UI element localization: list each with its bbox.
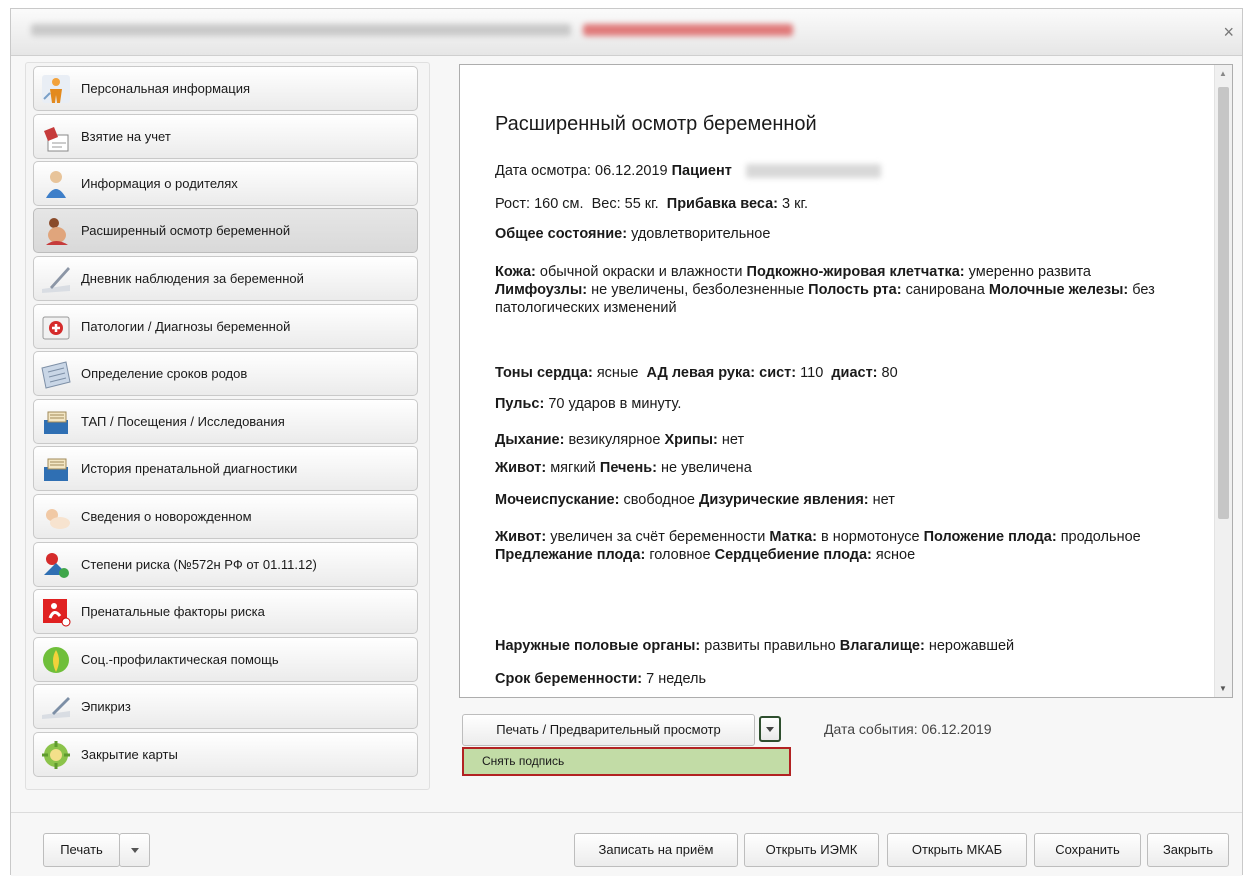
newborn-icon: [40, 501, 72, 533]
redacted-title: [31, 24, 571, 36]
chevron-down-icon: [766, 727, 774, 732]
nav-item-visits[interactable]: ТАП / Посещения / Исследования: [33, 399, 418, 444]
general-state-line: Общее состояние: удовлетворительное: [495, 226, 771, 242]
dialog-footer: Печать Записать на приём Открыть ИЭМК От…: [11, 812, 1242, 876]
first-aid-kit-icon: [40, 311, 72, 343]
nav-item-label: Дневник наблюдения за беременной: [81, 271, 304, 286]
nav-item-newborn[interactable]: Сведения о новорожденном: [33, 494, 418, 539]
measurements-line: Рост: 160 см. Вес: 55 кг. Прибавка веса:…: [495, 196, 808, 212]
exam-date-line: Дата осмотра: 06.12.2019 Пациент: [495, 163, 881, 179]
diary-pen-icon: [40, 263, 72, 295]
urination-line: Мочеиспускание: свободное Дизурические я…: [495, 492, 895, 508]
nav-item-epicrisis[interactable]: Эпикриз: [33, 684, 418, 729]
make-appointment-button[interactable]: Записать на приём: [574, 833, 738, 867]
patient-card-dialog: × Персональная информация Взятие на учет…: [10, 8, 1243, 876]
nav-item-diary[interactable]: Дневник наблюдения за беременной: [33, 256, 418, 301]
nav-item-label: Патологии / Диагнозы беременной: [81, 319, 291, 334]
redacted-patient-name: [745, 164, 881, 179]
chevron-down-icon: [130, 848, 139, 854]
nav-item-parents-info[interactable]: Информация о родителях: [33, 161, 418, 206]
nav-item-label: Персональная информация: [81, 81, 251, 96]
pregnancy-status-paragraph: Живот: увеличен за счёт беременности Мат…: [495, 529, 1141, 563]
scroll-up-arrow-icon[interactable]: ▲: [1219, 69, 1227, 78]
term-line: Срок беременности: 7 недель: [495, 671, 707, 687]
scroll-down-arrow-icon[interactable]: ▼: [1219, 684, 1227, 693]
exam-document-view[interactable]: Расширенный осмотр беременной Дата осмот…: [459, 64, 1233, 698]
remove-signature-menu-item[interactable]: Снять подпись: [462, 747, 791, 776]
parents-icon: [40, 168, 72, 200]
nav-item-registration[interactable]: Взятие на учет: [33, 114, 418, 159]
scroll-thumb[interactable]: [1218, 87, 1229, 519]
dialog-body: Персональная информация Взятие на учет И…: [11, 56, 1242, 812]
nav-item-label: Соц.-профилактическая помощь: [81, 652, 279, 667]
nav-item-label: Сведения о новорожденном: [81, 509, 252, 524]
nav-item-label: Закрытие карты: [81, 747, 178, 762]
open-iemk-button[interactable]: Открыть ИЭМК: [744, 833, 879, 867]
open-mkab-button[interactable]: Открыть МКАБ: [887, 833, 1027, 867]
print-button[interactable]: Печать: [43, 833, 120, 867]
dialog-titlebar: ×: [11, 9, 1242, 56]
risk-factors-icon: [40, 596, 72, 628]
risk-degrees-icon: [40, 549, 72, 581]
nav-item-label: Расширенный осмотр беременной: [81, 223, 291, 238]
nav-item-label: Пренатальные факторы риска: [81, 604, 265, 619]
registration-icon: [40, 121, 72, 153]
close-card-icon: [40, 739, 72, 771]
close-button[interactable]: Закрыть: [1147, 833, 1229, 867]
heart-line: Тоны сердца: ясные АД левая рука: сист: …: [495, 365, 898, 381]
skin-paragraph: Кожа: обычной окраски и влажности Подкож…: [495, 264, 1155, 316]
nav-item-close-card[interactable]: Закрытие карты: [33, 732, 418, 777]
nav-item-delivery-term[interactable]: Определение сроков родов: [33, 351, 418, 396]
document-title: Расширенный осмотр беременной: [495, 113, 817, 135]
nav-item-extended-exam[interactable]: Расширенный осмотр беременной: [33, 208, 418, 253]
nav-item-prenatal-history[interactable]: История пренатальной диагностики: [33, 446, 418, 491]
epicrisis-pen-icon: [40, 691, 72, 723]
abdomen-line: Живот: мягкий Печень: не увеличена: [495, 460, 752, 476]
redacted-title-highlight: [583, 24, 793, 36]
print-preview-button[interactable]: Печать / Предварительный просмотр: [462, 714, 755, 746]
person-icon: [40, 73, 72, 105]
nav-item-risk-degrees[interactable]: Степени риска (№572н РФ от 01.11.12): [33, 542, 418, 587]
close-icon[interactable]: ×: [1223, 23, 1234, 41]
genitals-line: Наружные половые органы: развиты правиль…: [495, 638, 1015, 654]
print-dropdown-toggle[interactable]: [119, 833, 150, 867]
document-scrollbar[interactable]: ▲ ▼: [1214, 65, 1232, 697]
print-preview-dropdown-toggle[interactable]: [759, 716, 781, 742]
nav-item-label: Информация о родителях: [81, 176, 238, 191]
nav-item-label: История пренатальной диагностики: [81, 461, 298, 476]
social-help-icon: [40, 644, 72, 676]
nav-item-social-help[interactable]: Соц.-профилактическая помощь: [33, 637, 418, 682]
card-file-icon: [40, 406, 72, 438]
nav-item-label: Степени риска (№572н РФ от 01.11.12): [81, 557, 317, 572]
card-file-icon: [40, 453, 72, 485]
nav-item-risk-factors[interactable]: Пренатальные факторы риска: [33, 589, 418, 634]
nav-item-pathologies[interactable]: Патологии / Диагнозы беременной: [33, 304, 418, 349]
nav-item-label: ТАП / Посещения / Исследования: [81, 414, 285, 429]
breath-line: Дыхание: везикулярное Хрипы: нет: [495, 432, 745, 448]
calendar-icon: [40, 358, 72, 390]
nav-item-personal-info[interactable]: Персональная информация: [33, 66, 418, 111]
nav-item-label: Определение сроков родов: [81, 366, 248, 381]
save-button[interactable]: Сохранить: [1034, 833, 1141, 867]
pregnant-exam-icon: [40, 215, 72, 247]
nav-item-label: Эпикриз: [81, 699, 131, 714]
nav-item-label: Взятие на учет: [81, 129, 171, 144]
event-date: Дата события: 06.12.2019: [824, 721, 992, 737]
pulse-line: Пульс: 70 ударов в минуту.: [495, 396, 682, 412]
